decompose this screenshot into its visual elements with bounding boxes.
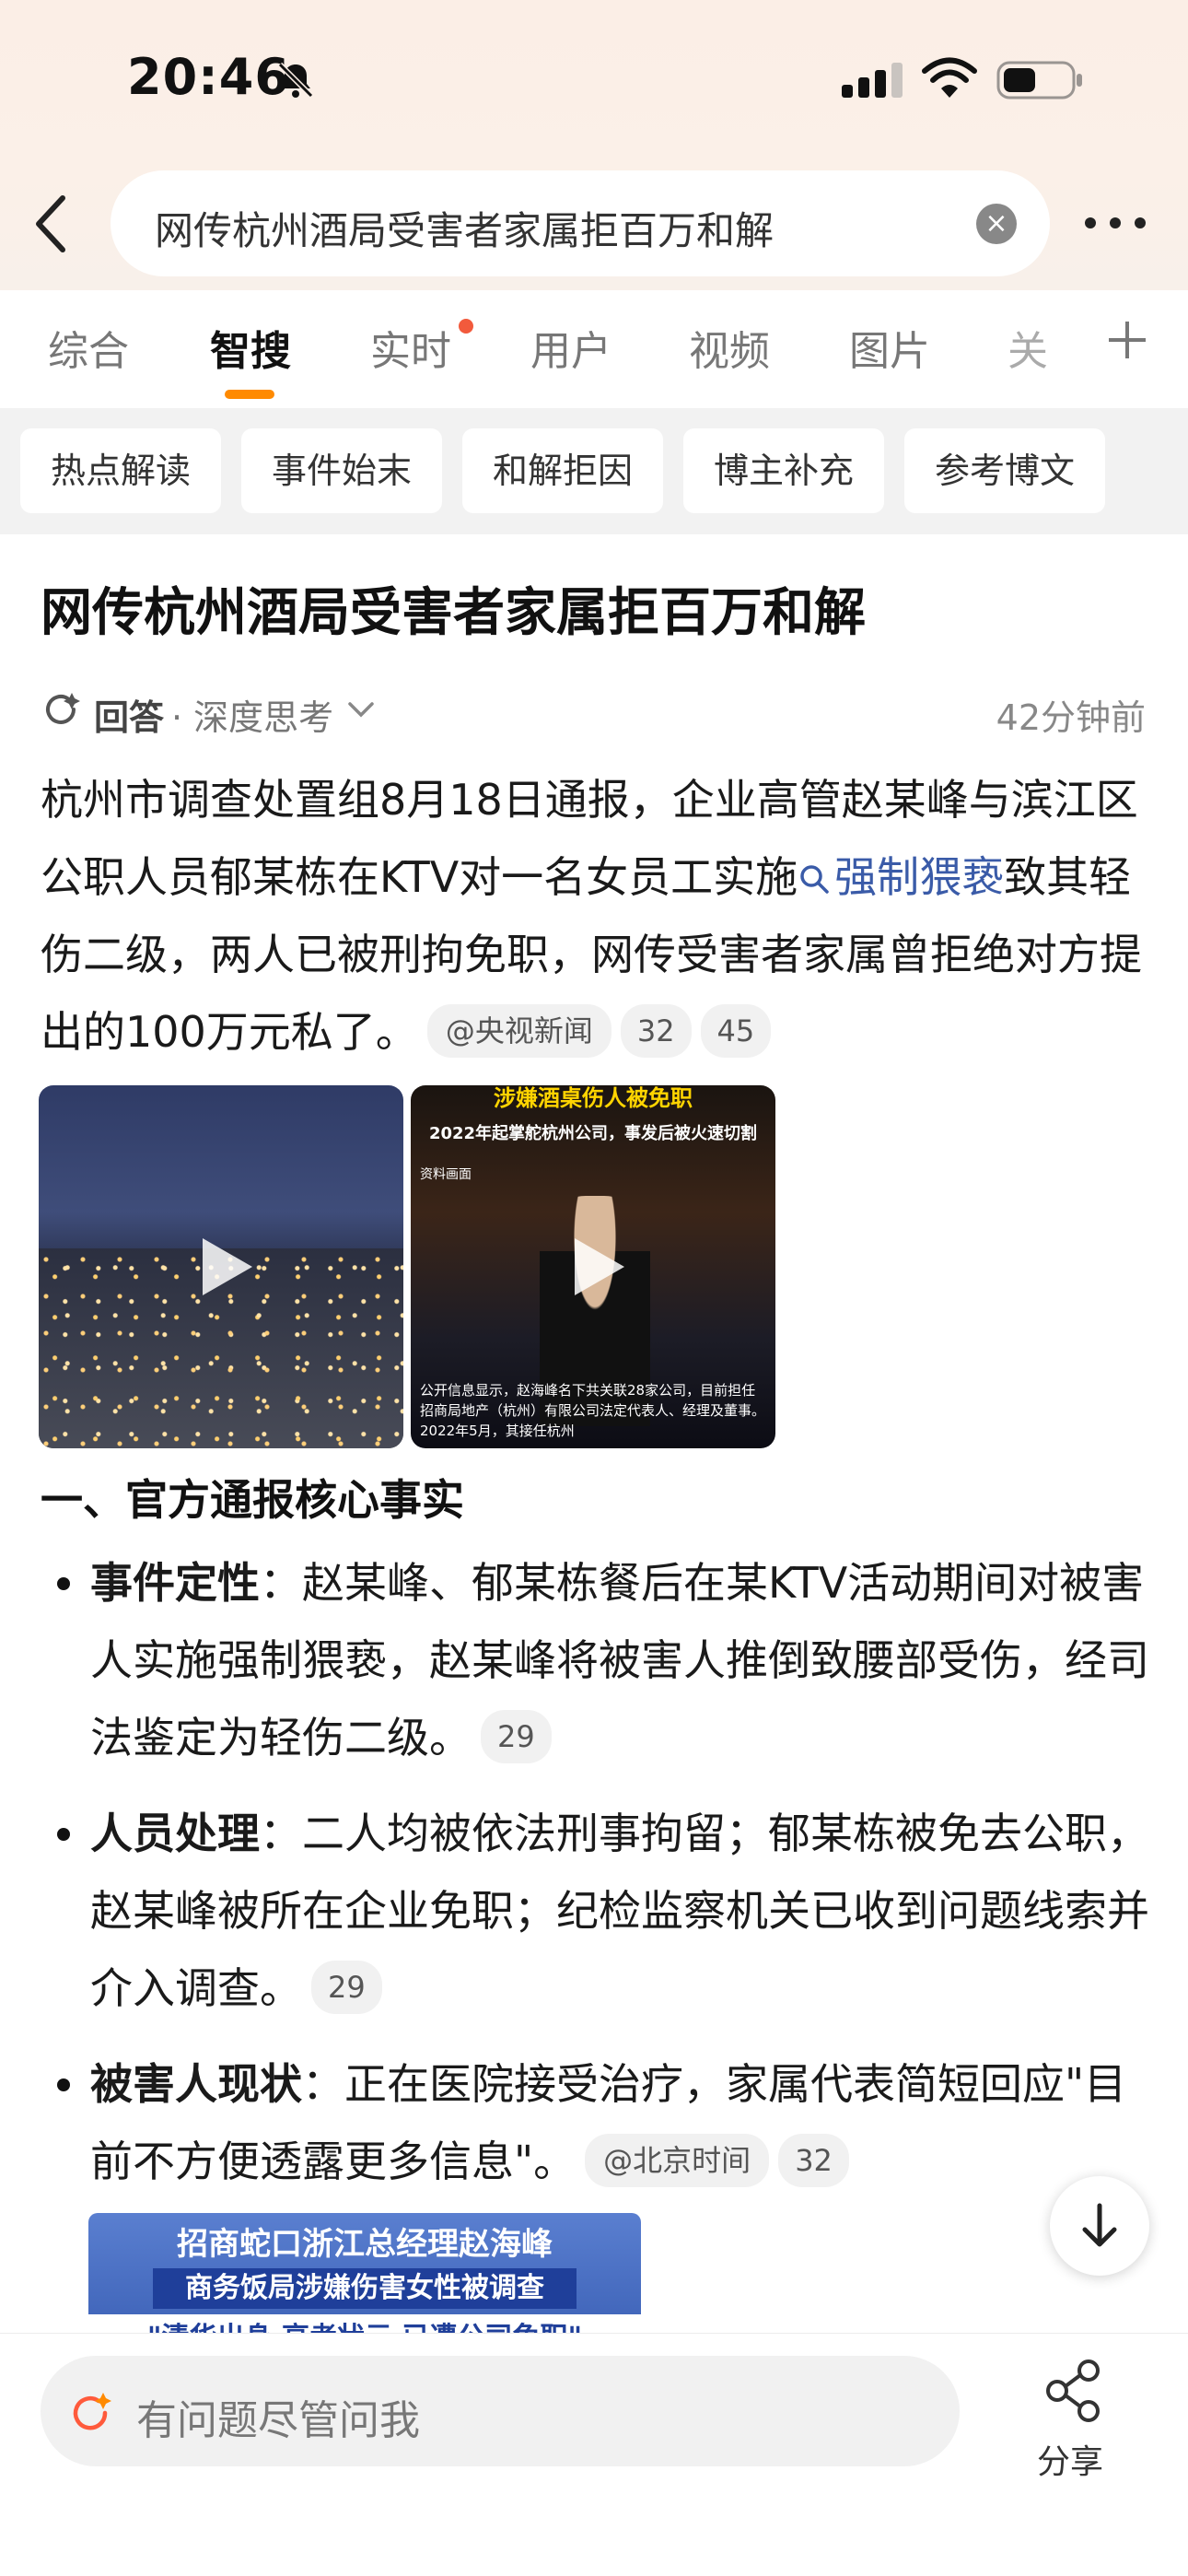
source-tag[interactable]: @北京时间 bbox=[585, 2134, 770, 2187]
deep-thinking-label[interactable]: · 深度思考 bbox=[171, 689, 333, 740]
news-image-line1: 招商蛇口浙江总经理赵海峰 bbox=[177, 2226, 553, 2263]
play-icon bbox=[575, 1238, 624, 1295]
bottom-bar: 有问题尽管问我 分享 bbox=[0, 2333, 1188, 2576]
keyword-link[interactable]: 强制猥亵 bbox=[798, 852, 1004, 902]
play-icon bbox=[203, 1238, 252, 1295]
bullet-label: 事件定性 bbox=[90, 1558, 260, 1608]
scroll-down-button[interactable] bbox=[1050, 2176, 1149, 2276]
tab-realtime[interactable]: 实时 bbox=[370, 318, 451, 377]
answer-timestamp: 42分钟前 bbox=[996, 697, 1146, 738]
video-thumbnail-city[interactable] bbox=[39, 1085, 403, 1448]
header: 20:46 网传杭州酒局受害者家属拒百万和解 × bbox=[0, 0, 1188, 290]
search-query-text: 网传杭州酒局受害者家属拒百万和解 bbox=[155, 208, 775, 253]
tab-images[interactable]: 图片 bbox=[849, 318, 930, 377]
more-options-icon[interactable] bbox=[1079, 203, 1151, 243]
news-image-line3: "清华出身 高考状元 已遭公司免职" bbox=[88, 2314, 641, 2333]
video-caption: 公开信息显示，赵海峰名下共关联28家公司，目前担任招商局地产（杭州）有限公司法定… bbox=[420, 1382, 766, 1439]
tab-videos[interactable]: 视频 bbox=[689, 318, 770, 377]
keyword-link-text: 强制猥亵 bbox=[834, 852, 1005, 902]
battery-icon bbox=[996, 61, 1082, 100]
topic-chips: 热点解读 事件始末 和解拒因 博主补充 参考博文 bbox=[0, 408, 1188, 534]
share-icon[interactable] bbox=[1041, 2358, 1107, 2424]
arrow-down-icon bbox=[1082, 2203, 1117, 2247]
reference-count[interactable]: 45 bbox=[700, 1004, 772, 1058]
answer-intro: 杭州市调查处置组8月18日通报，企业高管赵某峰与滨江区公职人员郁某栋在KTV对一… bbox=[41, 761, 1155, 1071]
ask-input[interactable]: 有问题尽管问我 bbox=[41, 2356, 960, 2466]
mute-bell-icon bbox=[277, 62, 314, 99]
answer-label: 回答 bbox=[94, 697, 165, 738]
news-image[interactable]: 招商蛇口浙江总经理赵海峰 商务饭局涉嫌伤害女性被调查 "清华出身 高考状元 已遭… bbox=[88, 2213, 641, 2333]
tab-smart-search[interactable]: 智搜 bbox=[210, 318, 291, 377]
clear-search-icon[interactable]: × bbox=[976, 204, 1017, 244]
chip-reference-posts[interactable]: 参考博文 bbox=[904, 428, 1105, 513]
new-indicator-dot bbox=[459, 319, 473, 334]
chip-refusal-reason[interactable]: 和解拒因 bbox=[462, 428, 663, 513]
reference-count[interactable]: 32 bbox=[778, 2134, 849, 2187]
video-headline: 涉嫌酒桌伤人被免职 bbox=[494, 1085, 693, 1111]
video-tag: 资料画面 bbox=[420, 1167, 472, 1182]
back-arrow-icon[interactable] bbox=[26, 189, 77, 259]
reference-count[interactable]: 32 bbox=[620, 1004, 692, 1058]
search-icon bbox=[800, 865, 829, 894]
chip-event-timeline[interactable]: 事件始末 bbox=[241, 428, 442, 513]
news-image-line2: 商务饭局涉嫌伤害女性被调查 bbox=[153, 2268, 577, 2309]
ai-answer-icon bbox=[46, 693, 80, 724]
tab-related[interactable]: 关 bbox=[1007, 318, 1048, 377]
search-tabs: 综合 智搜 实时 用户 视频 图片 关 bbox=[0, 290, 1188, 408]
wifi-icon bbox=[922, 57, 977, 98]
share-label[interactable]: 分享 bbox=[1037, 2435, 1103, 2483]
ask-placeholder: 有问题尽管问我 bbox=[136, 2397, 420, 2444]
status-time: 20:46 bbox=[127, 48, 290, 106]
reference-count[interactable]: 29 bbox=[311, 1961, 382, 2014]
cellular-signal-icon bbox=[842, 63, 903, 98]
video-thumbnail-news[interactable]: 涉嫌酒桌伤人被免职 2022年起掌舵杭州公司，事发后被火速切割 资料画面 公开信… bbox=[411, 1085, 775, 1448]
list-item: 被害人现状：正在医院接受治疗，家属代表简短回应"目前不方便透露更多信息"。 @北京… bbox=[57, 2045, 1151, 2200]
section-heading: 一、官方通报核心事实 bbox=[41, 1475, 464, 1525]
tab-comprehensive[interactable]: 综合 bbox=[48, 318, 129, 377]
article-title: 网传杭州酒局受害者家属拒百万和解 bbox=[41, 583, 866, 643]
video-subtitle: 2022年起掌舵杭州公司，事发后被火速切割 bbox=[428, 1124, 758, 1143]
chip-blogger-supplement[interactable]: 博主补充 bbox=[683, 428, 884, 513]
list-item: 事件定性：赵某峰、郁某栋餐后在某KTV活动期间对被害人实施强制猥亵，赵某峰将被害… bbox=[57, 1544, 1151, 1776]
reference-count[interactable]: 29 bbox=[481, 1710, 552, 1763]
list-item: 人员处理：二人均被依法刑事拘留；郁某栋被免去公职，赵某峰被所在企业免职；纪检监察… bbox=[57, 1795, 1151, 2027]
tab-users[interactable]: 用户 bbox=[530, 318, 611, 377]
search-input[interactable]: 网传杭州酒局受害者家属拒百万和解 × bbox=[111, 170, 1050, 276]
chevron-down-icon[interactable] bbox=[344, 693, 378, 726]
active-tab-indicator bbox=[225, 390, 274, 399]
ai-spark-icon bbox=[73, 2393, 111, 2430]
bullet-label: 被害人现状 bbox=[90, 2059, 302, 2109]
chip-hot-interpretation[interactable]: 热点解读 bbox=[20, 428, 221, 513]
add-tab-icon[interactable] bbox=[1105, 318, 1149, 362]
bullet-label: 人员处理 bbox=[90, 1809, 260, 1858]
answer-meta: 回答 · 深度思考 42分钟前 bbox=[41, 682, 1146, 740]
source-tag[interactable]: @央视新闻 bbox=[426, 1004, 611, 1058]
